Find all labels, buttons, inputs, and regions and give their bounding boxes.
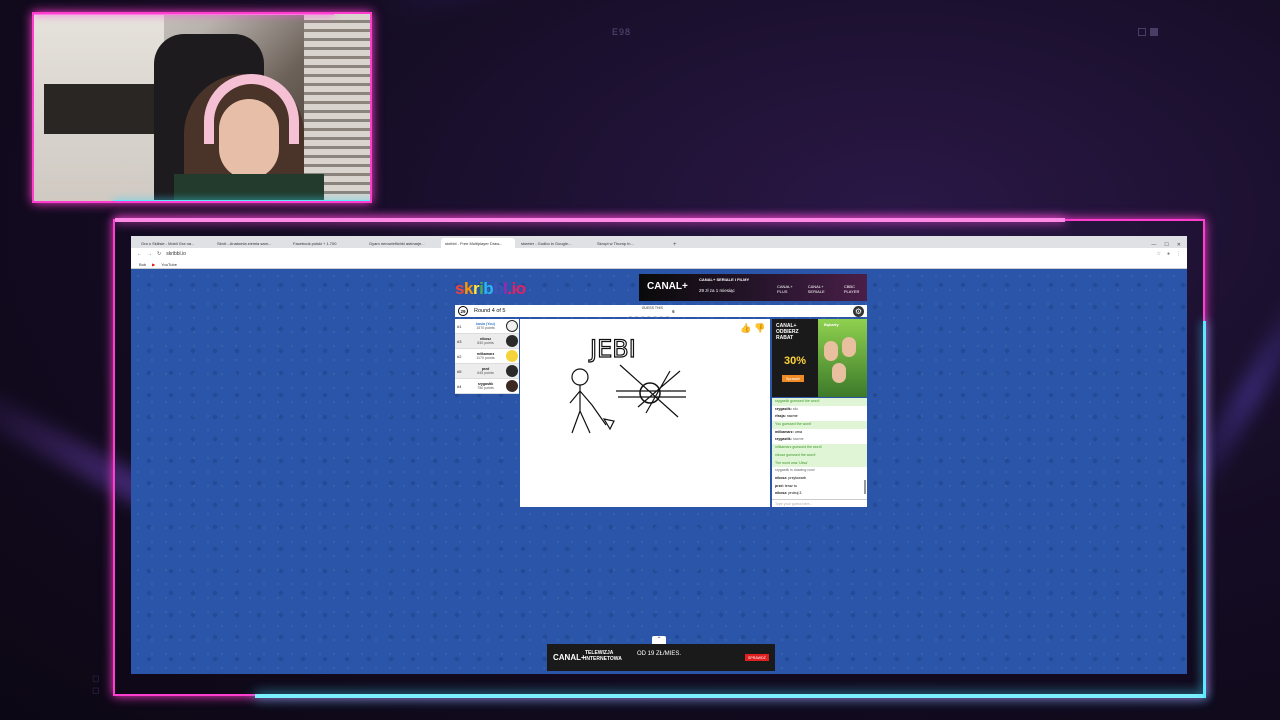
reload-icon[interactable]: ↻ [157,251,161,257]
word-hint: GUESS THIS _ _ _ _ _ _ _ 6 [629,306,676,317]
player-avatar-icon [506,335,518,347]
game-header: 29 Round 4 of 5 GUESS THIS _ _ _ _ _ _ _… [455,305,867,317]
bookmark-item[interactable]: Bob [139,262,146,267]
bookmarks-bar: Bob ▶ YouTube [131,260,1187,269]
word-blanks: _ _ _ _ _ _ _ 6 [629,309,676,318]
chat-message: You guessed the word! [772,421,867,429]
player-avatar-icon [506,380,518,392]
timer-clock-icon: 29 [458,306,468,316]
star-icon[interactable]: ☆ [1156,251,1160,257]
chat-message: rzygastik: silu [775,406,799,411]
forward-icon[interactable]: → [147,251,152,257]
player-list: #1 kasia (You) 1570 points #3 nikosz 830 p… [455,319,519,394]
ad-discount: 30% [784,355,807,367]
ad-headline: TELEWIZJA INTERNETOWA [585,650,622,662]
browser-tab[interactable]: Gyam nerowieflichki astmarje... [365,238,439,248]
chat-message: nikosz: przytowarb [775,475,806,480]
ad-price: OD 19 ZŁ/MIES. [637,651,682,657]
player-avatar-icon [506,365,518,377]
tab-bar: Gra o Skillsie - Mobil Gra na... Skrót -… [131,236,1187,248]
player-row[interactable]: #2 milkamarz 1170 points [455,349,519,364]
thumbs-up-icon[interactable]: 👍 [740,323,751,334]
thumbs-down-icon[interactable]: 👎 [754,323,765,334]
skribbl-page: skribbl.io CANAL+ CANAL+ SERIALE I FILMY… [131,269,1187,674]
close-icon[interactable]: ✕ [1177,242,1181,248]
ad-banner-side[interactable]: CANAL+ ODBIERZ RABAT 30% Sprawdź Bękarty [772,319,867,397]
minimize-icon[interactable]: — [1151,242,1156,248]
chat-message: rfasja: nacme [775,414,798,419]
player-row[interactable]: #5 przd 645 points [455,364,519,379]
chat-message: nikosz: probuj 3 [775,491,802,496]
ad-brand: CANAL+ [553,653,586,662]
overlay-label: E98 [612,27,632,37]
window-controls: — ☐ ✕ [1151,242,1187,248]
chat-panel: rzygastik guessed the word! rzygastik: s… [772,398,867,507]
drawing-canvas[interactable]: 👍 👎 JEBI [520,319,770,507]
player-avatar-icon [506,350,518,362]
skribbl-logo: skribbl.io [455,279,526,298]
browser-tab[interactable]: Skrót - Anatomia ziemia sam... [213,238,287,248]
chat-scrollbar[interactable] [864,480,866,494]
stream-overlay: E98 ◻ ◻ Gra o Skillsie - Mobil Gra na... … [0,0,1280,720]
ad-cta-button[interactable]: Sprawdź [782,375,804,382]
webcam-frame [32,12,372,203]
ad-image: Bękarty [818,319,867,397]
url-field[interactable]: skribbl.io [166,251,186,257]
ad-headline: CANAL+ SERIALE I FILMY [699,277,750,282]
chat-message: milkamarz: urna [775,429,802,434]
chat-message: rzygastik: nacme [775,437,804,442]
decorative-glyphs: ◻ ◻ [92,673,100,695]
browser-tab[interactable]: Skropt w Thump In... [593,238,667,248]
menu-icon[interactable]: ⋮ [1176,251,1181,257]
chat-message: przd: teraz tu [775,483,797,488]
browser-tab-active[interactable]: skribbl - Free Multiplayer Draw... [441,238,515,248]
new-tab-icon[interactable]: + [669,242,681,248]
player-row[interactable]: #1 kasia (You) 1570 points [455,319,519,334]
browser-tab[interactable]: skeeter - Gudbo in Google... [517,238,591,248]
browser-tab[interactable]: Gra o Skillsie - Mobil Gra na... [137,238,211,248]
player-row[interactable]: #4 rzygastik 750 points [455,379,519,394]
round-indicator: Round 4 of 5 [474,308,506,314]
ad-brand: CANAL+ [647,281,688,292]
chat-message: nikosz guessed the word! [772,451,867,460]
drawn-word: JEBI [588,335,636,363]
player-row[interactable]: #3 nikosz 830 points [455,334,519,349]
settings-gear-icon[interactable]: ⚙ [853,305,864,317]
back-icon[interactable]: ← [137,251,142,257]
chat-message: rzygastik is drawing now! [775,468,815,473]
extension-icons: ☆ ● ⋮ [1156,251,1181,257]
ad-text: CANAL+ ODBIERZ RABAT [776,323,799,341]
maximize-icon[interactable]: ☐ [1164,242,1168,248]
ad-price: 29 zł za 1 miesiąc [699,288,735,293]
light-beam [370,0,1050,28]
browser-tab[interactable]: Facebook polski + 1.700 [289,238,363,248]
address-bar: ← → ↻ skribbl.io ☆ ● ⋮ [131,248,1187,260]
browser-window: Gra o Skillsie - Mobil Gra na... Skrót -… [131,236,1187,674]
ad-banner-top[interactable]: CANAL+ CANAL+ SERIALE I FILMY 29 zł za 1… [639,274,867,301]
ad-logos: CANAL+ PLUS CANAL+ SERIALE CBBC PLAYER [777,284,860,294]
corner-squares-icon [1138,28,1158,36]
bookmark-item[interactable]: YouTube [161,262,177,267]
drawing-strokes: JEBI [569,334,686,434]
player-avatar-icon [506,320,518,332]
youtube-icon: ▶ [152,261,156,267]
chat-input[interactable]: Type your guess here... [772,499,867,507]
profile-icon[interactable]: ● [1167,251,1170,257]
chat-message: milkamarz guessed the word! [772,444,867,452]
chat-message: rzygastik guessed the word! [772,398,867,406]
ad-cta-button[interactable]: SPRAWDŹ [745,654,769,661]
ad-banner-bottom[interactable]: CANAL+ TELEWIZJA INTERNETOWA OD 19 ZŁ/MIE… [547,644,775,671]
chat-message: The word was 'Ulisa' [772,459,867,468]
chevron-up-icon[interactable]: ⌃ [652,636,666,644]
